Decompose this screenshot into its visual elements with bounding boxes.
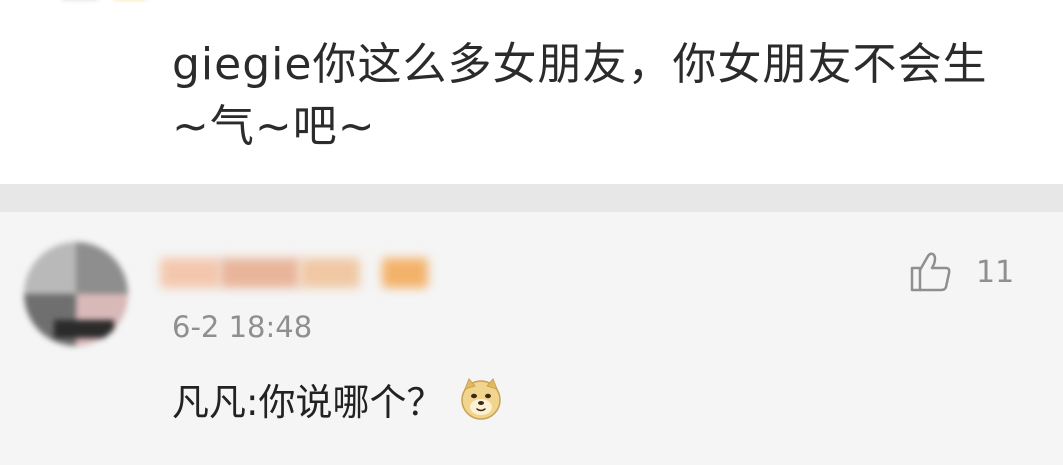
thumbs-up-icon <box>910 252 951 292</box>
like-count: 11 <box>976 254 1015 290</box>
reply-text: giegie你这么多女朋友，你女朋友不会生 ~气~吧~ <box>172 39 988 152</box>
previous-content-fragment <box>60 0 180 4</box>
comment-item: 6-2 18:48 11 凡凡:你说哪个？ <box>0 212 1063 465</box>
doge-emoji-icon <box>461 378 502 420</box>
like-button[interactable]: 11 <box>906 242 1014 302</box>
reply-card: giegie你这么多女朋友，你女朋友不会生 ~气~吧~ <box>0 0 1063 184</box>
avatar[interactable] <box>24 242 128 346</box>
section-separator <box>0 184 1063 212</box>
username-blurred[interactable] <box>160 252 430 292</box>
comment-body: 凡凡:你说哪个？ <box>172 372 503 426</box>
comment-text: 凡凡:你说哪个？ <box>172 381 444 424</box>
comment-timestamp: 6-2 18:48 <box>172 310 313 344</box>
